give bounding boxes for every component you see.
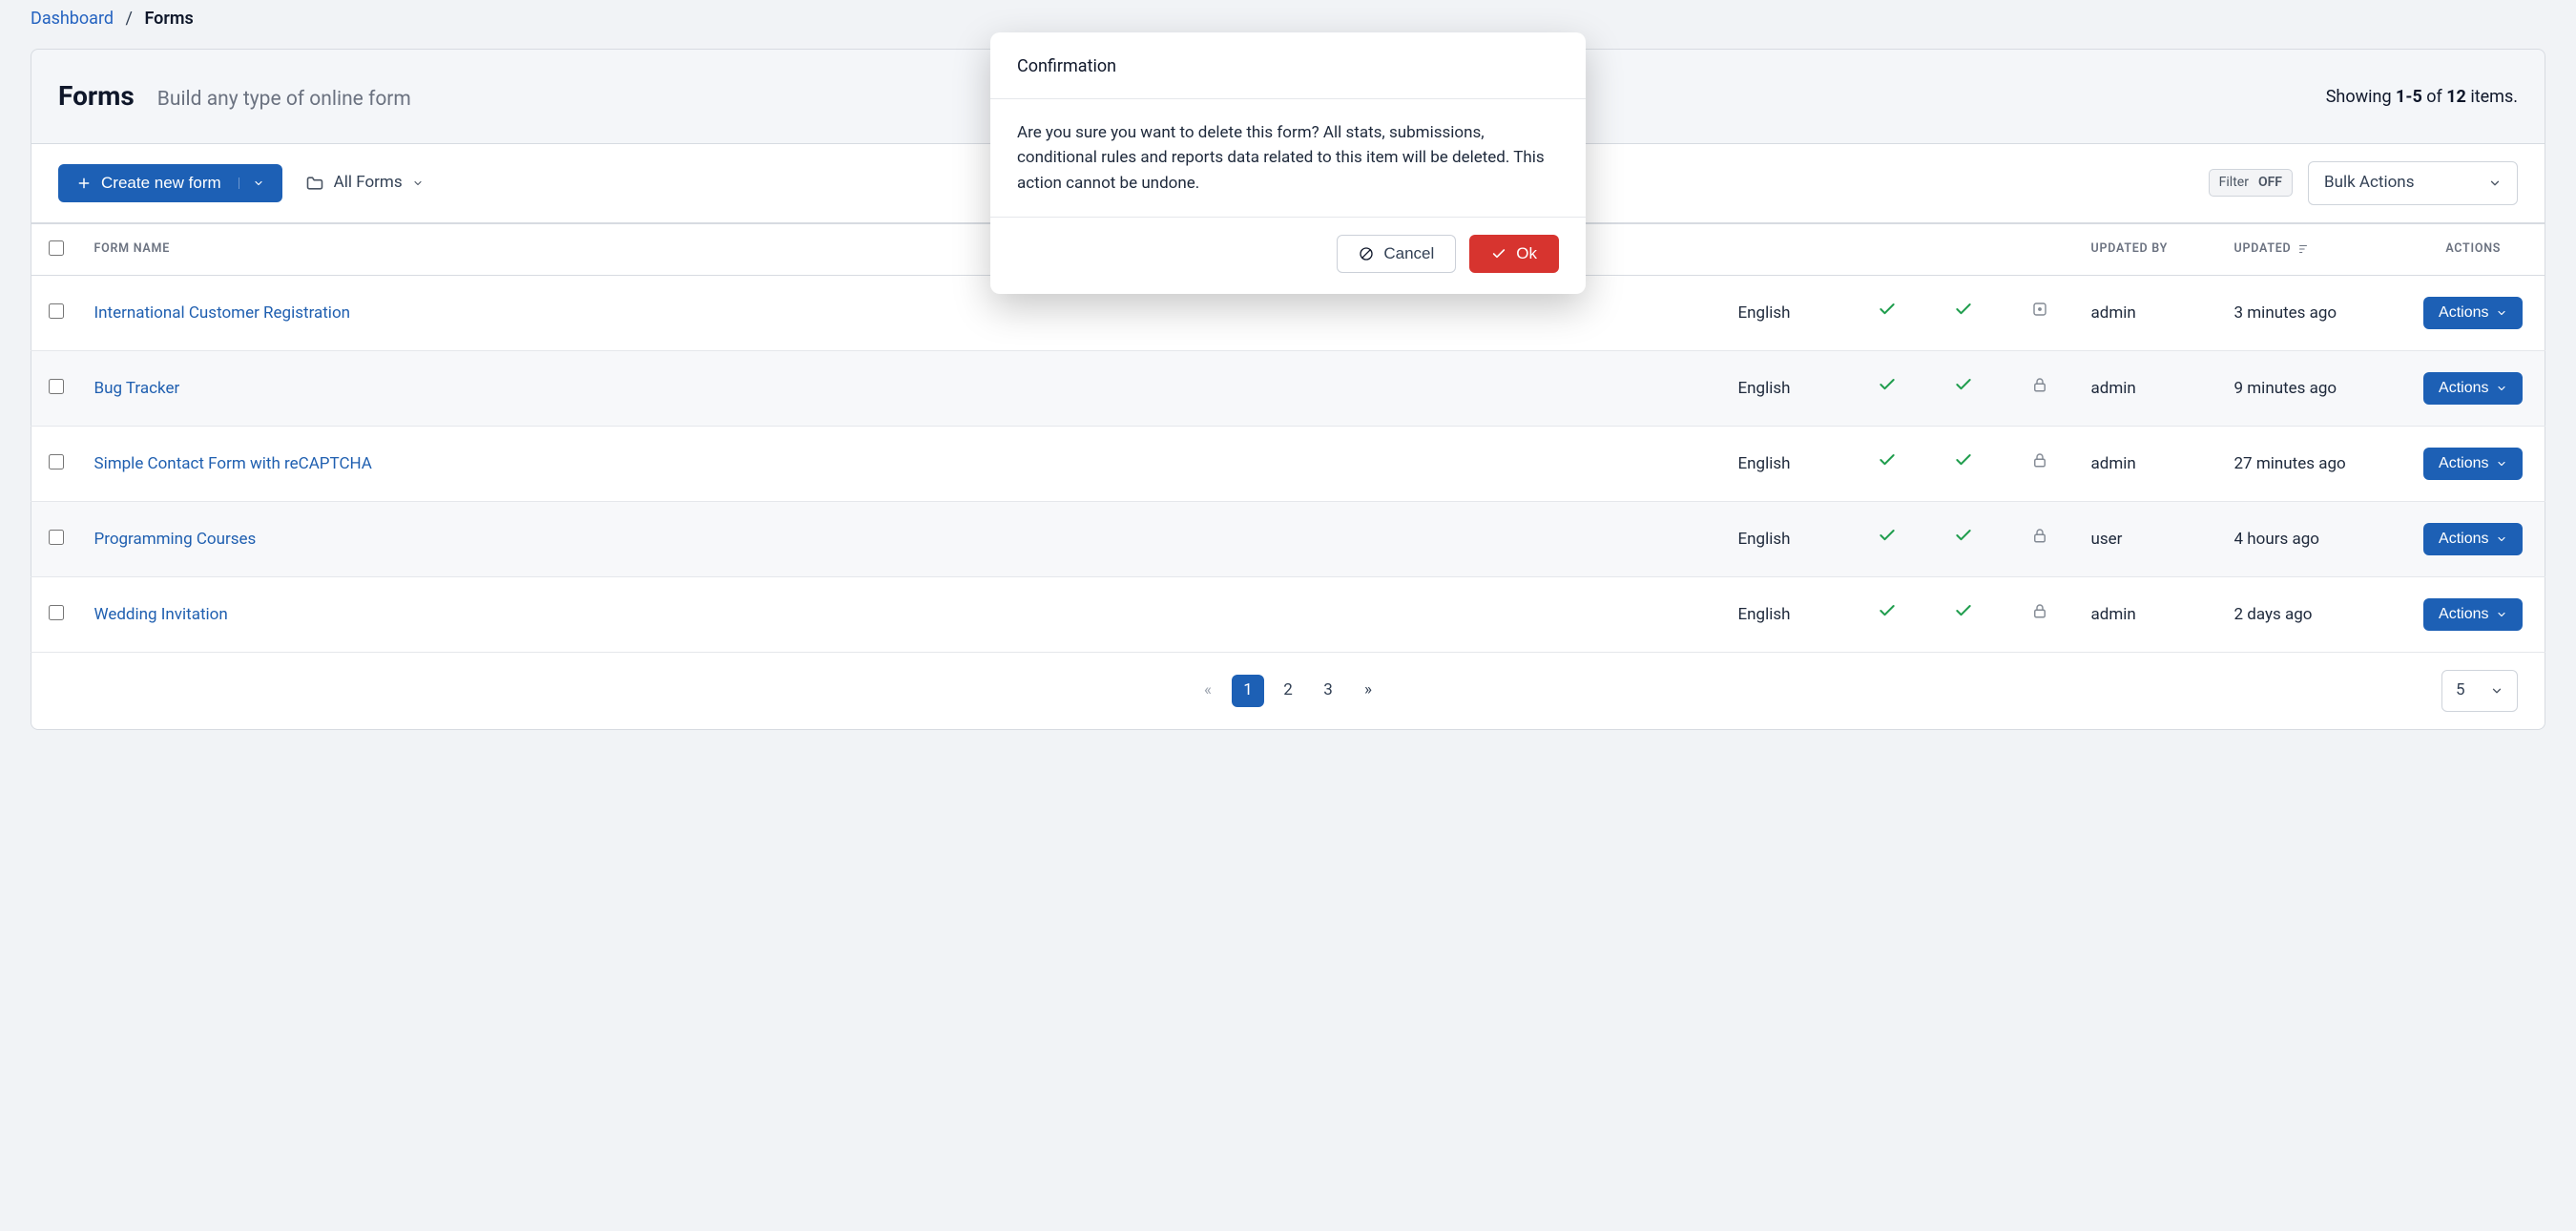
check-icon (1491, 246, 1506, 261)
modal-body-text: Are you sure you want to delete this for… (990, 99, 1586, 218)
modal-title: Confirmation (990, 32, 1586, 99)
cancel-button-label: Cancel (1383, 244, 1434, 263)
cancel-button[interactable]: Cancel (1337, 235, 1456, 273)
modal-footer: Cancel Ok (990, 218, 1586, 294)
prohibit-icon (1359, 246, 1374, 261)
confirmation-modal: Confirmation Are you sure you want to de… (990, 32, 1586, 294)
ok-button[interactable]: Ok (1469, 235, 1559, 273)
ok-button-label: Ok (1516, 244, 1537, 263)
